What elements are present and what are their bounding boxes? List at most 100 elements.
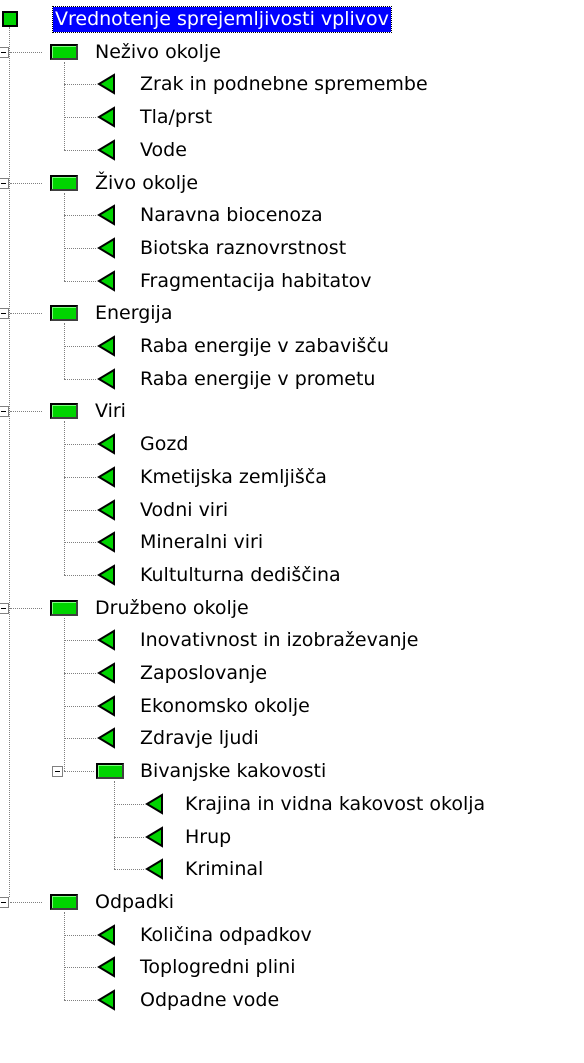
tree-connector — [64, 84, 96, 86]
green-triangle-icon — [97, 269, 115, 292]
green-triangle-icon — [97, 662, 115, 684]
tree-node-label[interactable]: Toplogredni plini — [138, 955, 297, 980]
green-triangle-icon — [97, 727, 115, 750]
collapse-toggle-icon[interactable] — [0, 308, 9, 320]
tree-connector — [64, 673, 96, 674]
tree-node-label[interactable]: Vode — [138, 138, 189, 163]
green-bar-icon — [50, 893, 78, 910]
tree-connector — [64, 215, 96, 217]
green-triangle-icon — [97, 989, 115, 1011]
tree-connector — [64, 192, 65, 281]
tree-connector — [64, 117, 96, 119]
green-triangle-icon — [97, 237, 115, 259]
collapse-toggle-icon[interactable] — [52, 766, 63, 778]
tree-node-label[interactable]: Krajina in vidna kakovost okolja — [183, 792, 487, 817]
tree-node-label[interactable]: Kmetijska zemljišča — [138, 465, 329, 490]
tree-node-label[interactable]: Raba energije v zabavišču — [138, 334, 391, 359]
tree-connector — [114, 781, 115, 870]
tree-node-label[interactable]: Zrak in podnebne spremembe — [138, 72, 430, 97]
tree-node-label[interactable]: Zdravje ljudi — [138, 726, 261, 751]
tree-node-label[interactable]: Mineralni viri — [138, 530, 265, 555]
tree-node-label[interactable]: Odpadki — [93, 890, 176, 915]
green-triangle-icon — [97, 629, 115, 652]
tree-node-label[interactable]: Količina odpadkov — [138, 923, 314, 948]
tree-node-label[interactable]: Fragmentacija habitatov — [138, 269, 374, 294]
tree-connector — [64, 61, 65, 150]
green-triangle-icon — [97, 694, 115, 717]
tree-connector — [64, 323, 65, 379]
tree-connector — [64, 476, 96, 478]
tree-connector — [64, 421, 65, 575]
tree-node-label[interactable]: Energija — [93, 301, 174, 326]
green-triangle-icon — [145, 793, 163, 815]
tree-connector — [64, 640, 96, 642]
tree-node-label[interactable]: Vodni viri — [138, 498, 230, 523]
tree-connector — [64, 705, 96, 707]
collapse-toggle-icon[interactable] — [0, 896, 9, 908]
tree-node-label[interactable]: Inovativnost in izobraževanje — [138, 628, 421, 653]
tree-node-label[interactable]: Vrednotenje sprejemljivosti vplivov — [52, 6, 392, 33]
green-bar-icon — [96, 763, 124, 780]
green-bar-icon — [50, 599, 78, 616]
tree-connector — [10, 901, 42, 903]
green-triangle-icon — [97, 923, 115, 946]
green-triangle-icon — [97, 956, 115, 979]
green-triangle-icon — [97, 106, 115, 128]
tree-node-label[interactable]: Hrup — [183, 825, 233, 850]
tree-connector — [64, 542, 96, 544]
green-triangle-icon — [97, 139, 115, 161]
tree-connector — [114, 869, 144, 871]
tree-connector — [10, 51, 42, 53]
tree-node-label[interactable]: Odpadne vode — [138, 988, 281, 1013]
collapse-toggle-icon[interactable] — [0, 177, 9, 189]
tree-node-label[interactable]: Ekonomsko okolje — [138, 694, 312, 719]
green-bar-icon — [50, 43, 78, 60]
green-bar-icon — [50, 174, 78, 191]
green-triangle-icon — [97, 498, 115, 521]
tree-node-label[interactable]: Kultulturna dediščina — [138, 563, 343, 588]
tree-connector — [64, 911, 65, 1000]
tree-node-label[interactable]: Zaposlovanje — [138, 661, 269, 686]
tree-connector — [64, 444, 96, 446]
green-triangle-icon — [97, 73, 115, 96]
tree-connector — [64, 617, 65, 772]
tree-connector — [114, 803, 144, 805]
tree-connector — [114, 836, 144, 838]
tree-node-label[interactable]: Neživo okolje — [93, 40, 223, 65]
tree-connector — [64, 738, 96, 740]
tree-connector — [10, 313, 42, 315]
collapse-toggle-icon[interactable] — [0, 46, 9, 58]
tree-connector — [64, 1000, 96, 1001]
tree-connector — [10, 411, 42, 413]
green-triangle-icon — [145, 825, 163, 848]
tree-node-label[interactable]: Biotska raznovrstnost — [138, 236, 348, 261]
tree-connector — [9, 27, 10, 897]
tree-connector — [64, 967, 96, 969]
tree-node-label[interactable]: Raba energije v prometu — [138, 367, 377, 392]
green-bar-icon — [50, 403, 78, 420]
tree-node-label[interactable]: Družbeno okolje — [93, 596, 251, 621]
green-triangle-icon — [97, 466, 115, 488]
tree-connector — [64, 346, 96, 347]
tree-connector — [10, 607, 42, 609]
tree-node-label[interactable]: Živo okolje — [93, 171, 200, 196]
green-triangle-icon — [97, 433, 115, 455]
tree-node-label[interactable]: Tla/prst — [138, 105, 214, 130]
collapse-toggle-icon[interactable] — [0, 602, 9, 614]
tree-node-label[interactable]: Gozd — [138, 432, 190, 457]
tree-node-label[interactable]: Viri — [93, 399, 128, 424]
tree-node-label[interactable]: Kriminal — [183, 857, 265, 882]
tree-connector — [64, 574, 96, 576]
collapse-toggle-icon[interactable] — [0, 406, 9, 418]
green-bar-icon — [50, 305, 78, 322]
tree-connector — [64, 280, 96, 282]
tree-node-label[interactable]: Bivanjske kakovosti — [138, 759, 328, 784]
tree-view[interactable]: Vrednotenje sprejemljivosti vplivov Neživ… — [0, 0, 584, 1063]
green-triangle-icon — [97, 564, 115, 586]
tree-connector — [10, 182, 42, 184]
tree-node-label[interactable]: Naravna biocenoza — [138, 203, 325, 228]
tree-connector — [64, 149, 96, 151]
tree-connector — [64, 771, 94, 773]
tree-connector — [64, 509, 96, 511]
green-square-icon — [2, 11, 18, 27]
